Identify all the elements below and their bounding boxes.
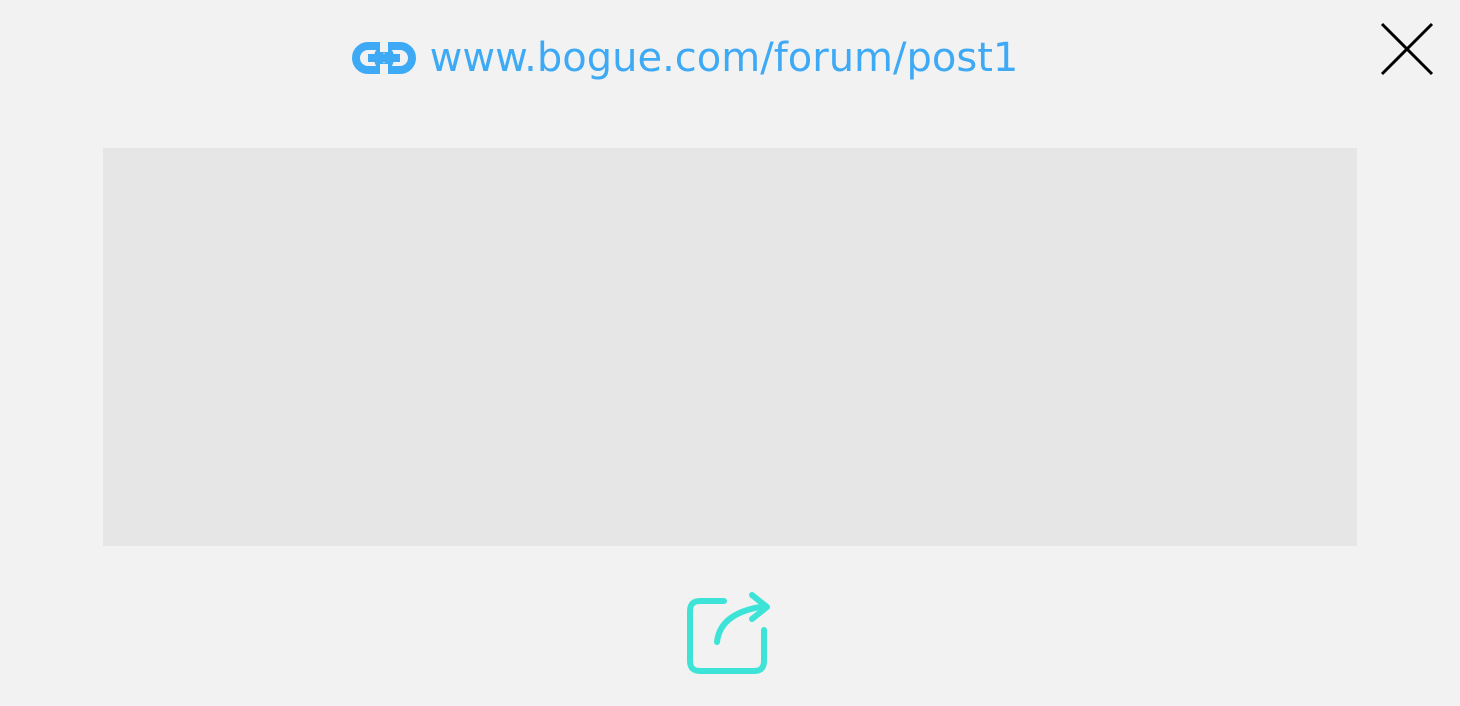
share-button[interactable] [686, 590, 774, 676]
share-icon [686, 592, 774, 680]
shared-link-url[interactable]: www.bogue.com/forum/post1 [430, 30, 1019, 86]
close-button[interactable] [1380, 22, 1434, 76]
link-icon [351, 42, 416, 74]
close-icon [1380, 22, 1434, 80]
link-preview-placeholder [103, 148, 1357, 546]
link-header: www.bogue.com/forum/post1 [0, 30, 1370, 86]
